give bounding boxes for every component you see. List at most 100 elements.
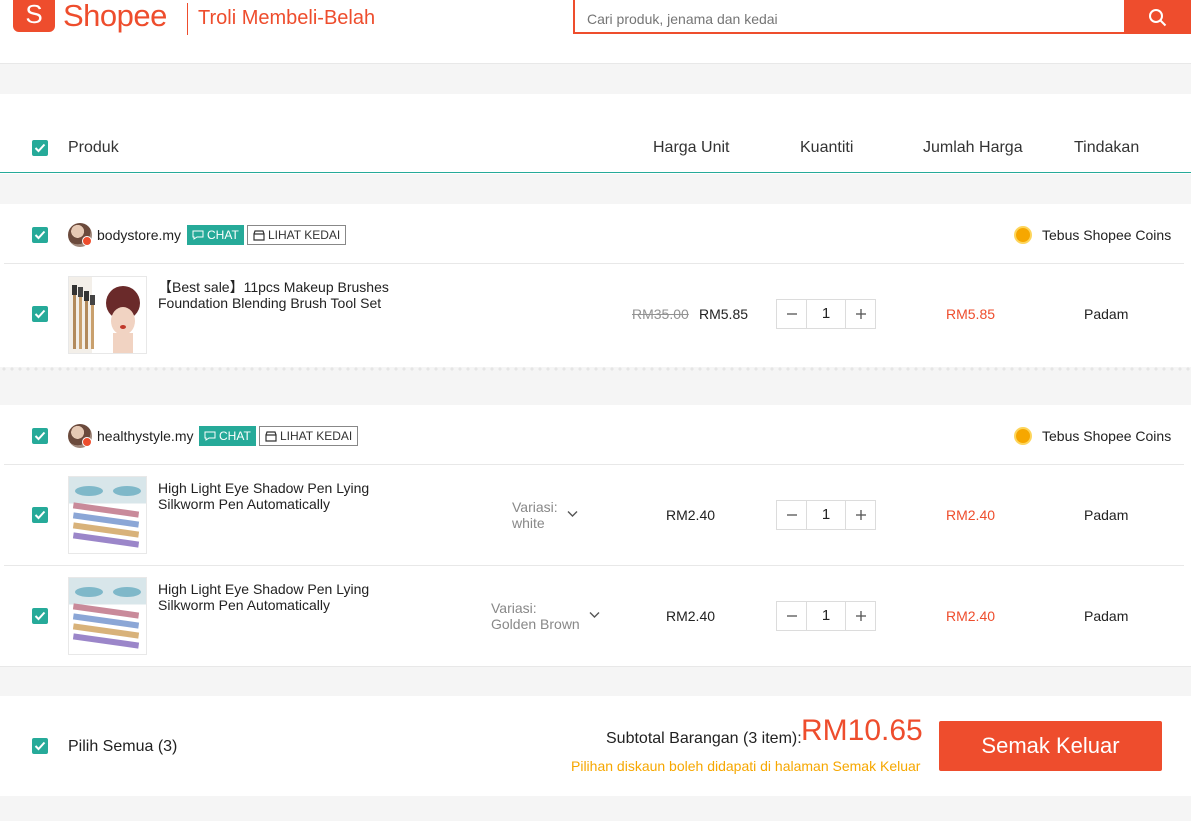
column-unit-price: Harga Unit <box>653 139 730 156</box>
chevron-down-icon[interactable] <box>567 510 578 518</box>
shopee-logo-icon[interactable]: S <box>13 0 55 32</box>
product-image[interactable] <box>68 276 147 354</box>
row-divider <box>4 565 1184 566</box>
header-divider <box>0 172 1191 173</box>
check-icon <box>34 143 46 153</box>
shop-icon <box>265 430 277 442</box>
shop-section <box>0 405 1191 667</box>
chat-label: CHAT <box>219 429 251 443</box>
increase-button[interactable] <box>846 602 875 630</box>
subtotal-value: RM10.65 <box>801 714 923 747</box>
item-total: RM2.40 <box>946 608 996 624</box>
plus-icon <box>855 510 866 520</box>
variation-value: Golden Brown <box>491 616 580 632</box>
chevron-down-icon[interactable] <box>589 611 600 619</box>
delete-button[interactable]: Padam <box>1084 507 1128 523</box>
coin-icon <box>1014 427 1032 445</box>
variation-label: Variasi: <box>491 600 537 616</box>
subtotal-label: Subtotal Barangan (3 item): <box>606 730 802 747</box>
product-image[interactable] <box>68 476 147 554</box>
quantity-stepper <box>776 500 876 530</box>
item-total: RM2.40 <box>946 507 996 523</box>
quantity-input[interactable] <box>806 602 846 630</box>
delete-button[interactable]: Padam <box>1084 306 1128 322</box>
view-shop-button[interactable]: LIHAT KEDAI <box>247 225 347 245</box>
row-divider <box>4 464 1184 465</box>
chat-button[interactable]: CHAT <box>199 426 256 446</box>
plus-icon <box>855 611 866 621</box>
eyeshadow-illustration <box>72 486 141 548</box>
shop-name[interactable]: healthystyle.my <box>97 428 193 444</box>
select-all-header-checkbox[interactable] <box>32 140 48 156</box>
product-name[interactable]: High Light Eye Shadow Pen Lying Silkworm… <box>158 581 398 613</box>
product-name[interactable]: High Light Eye Shadow Pen Lying Silkworm… <box>158 480 398 512</box>
variation-label: Variasi: <box>512 499 558 515</box>
increase-button[interactable] <box>846 300 875 328</box>
chat-icon <box>204 431 216 441</box>
logo-text[interactable]: Shopee <box>63 0 167 34</box>
quantity-input[interactable] <box>806 300 846 328</box>
unit-price: RM5.85 <box>699 306 749 322</box>
increase-button[interactable] <box>846 501 875 529</box>
logo-divider <box>187 3 188 35</box>
item-total: RM5.85 <box>946 306 996 322</box>
decrease-button[interactable] <box>777 602 806 630</box>
unit-price: RM2.40 <box>666 608 716 624</box>
seller-badge-icon <box>82 437 92 447</box>
checkout-button[interactable]: Semak Keluar <box>939 721 1162 771</box>
shop-checkbox[interactable] <box>32 227 48 243</box>
shop-name[interactable]: bodystore.my <box>97 227 181 243</box>
item-checkbox[interactable] <box>32 608 48 624</box>
item-checkbox[interactable] <box>32 306 48 322</box>
check-icon <box>34 230 46 240</box>
check-icon <box>34 309 46 319</box>
cart-header <box>0 94 1191 174</box>
minus-icon <box>786 615 797 617</box>
redeem-coins-link[interactable]: Tebus Shopee Coins <box>1042 428 1171 444</box>
plus-icon <box>855 309 866 319</box>
variation-selector[interactable]: Variasi: Golden Brown <box>491 600 580 632</box>
top-bar: S Shopee Troli Membeli-Belah <box>0 0 1191 64</box>
item-checkbox[interactable] <box>32 507 48 523</box>
chat-icon <box>192 230 204 240</box>
column-product: Produk <box>68 139 119 156</box>
column-quantity: Kuantiti <box>800 139 854 156</box>
variation-selector[interactable]: Variasi: white <box>512 499 558 531</box>
delete-button[interactable]: Padam <box>1084 608 1128 624</box>
search-icon <box>1149 8 1167 26</box>
column-action: Tindakan <box>1074 139 1140 156</box>
chat-label: CHAT <box>207 228 239 242</box>
shop-icon <box>253 229 265 241</box>
shop-checkbox[interactable] <box>32 428 48 444</box>
check-icon <box>34 510 46 520</box>
eyeshadow-illustration <box>72 587 141 649</box>
seller-badge-icon <box>82 236 92 246</box>
check-icon <box>34 741 46 751</box>
quantity-input[interactable] <box>806 501 846 529</box>
quantity-stepper <box>776 299 876 329</box>
chat-button[interactable]: CHAT <box>187 225 244 245</box>
quantity-stepper <box>776 601 876 631</box>
coin-icon <box>1014 226 1032 244</box>
check-icon <box>34 611 46 621</box>
redeem-coins-link[interactable]: Tebus Shopee Coins <box>1042 227 1171 243</box>
view-shop-label: LIHAT KEDAI <box>268 228 341 242</box>
product-image[interactable] <box>68 577 147 655</box>
select-all-label[interactable]: Pilih Semua (3) <box>68 738 177 756</box>
select-all-checkbox[interactable] <box>32 738 48 754</box>
view-shop-label: LIHAT KEDAI <box>280 429 353 443</box>
section-separator <box>0 367 1191 371</box>
unit-price: RM2.40 <box>666 507 716 523</box>
minus-icon <box>786 514 797 516</box>
column-total-price: Jumlah Harga <box>923 139 1023 156</box>
search-button[interactable] <box>1124 0 1191 34</box>
product-name[interactable]: 【Best sale】11pcs Makeup Brushes Foundati… <box>158 279 398 311</box>
minus-icon <box>786 313 797 315</box>
variation-value: white <box>512 515 545 531</box>
row-divider <box>4 263 1184 264</box>
decrease-button[interactable] <box>777 501 806 529</box>
search-input[interactable] <box>573 0 1126 34</box>
decrease-button[interactable] <box>777 300 806 328</box>
view-shop-button[interactable]: LIHAT KEDAI <box>259 426 359 446</box>
page-title: Troli Membeli-Belah <box>198 7 376 29</box>
